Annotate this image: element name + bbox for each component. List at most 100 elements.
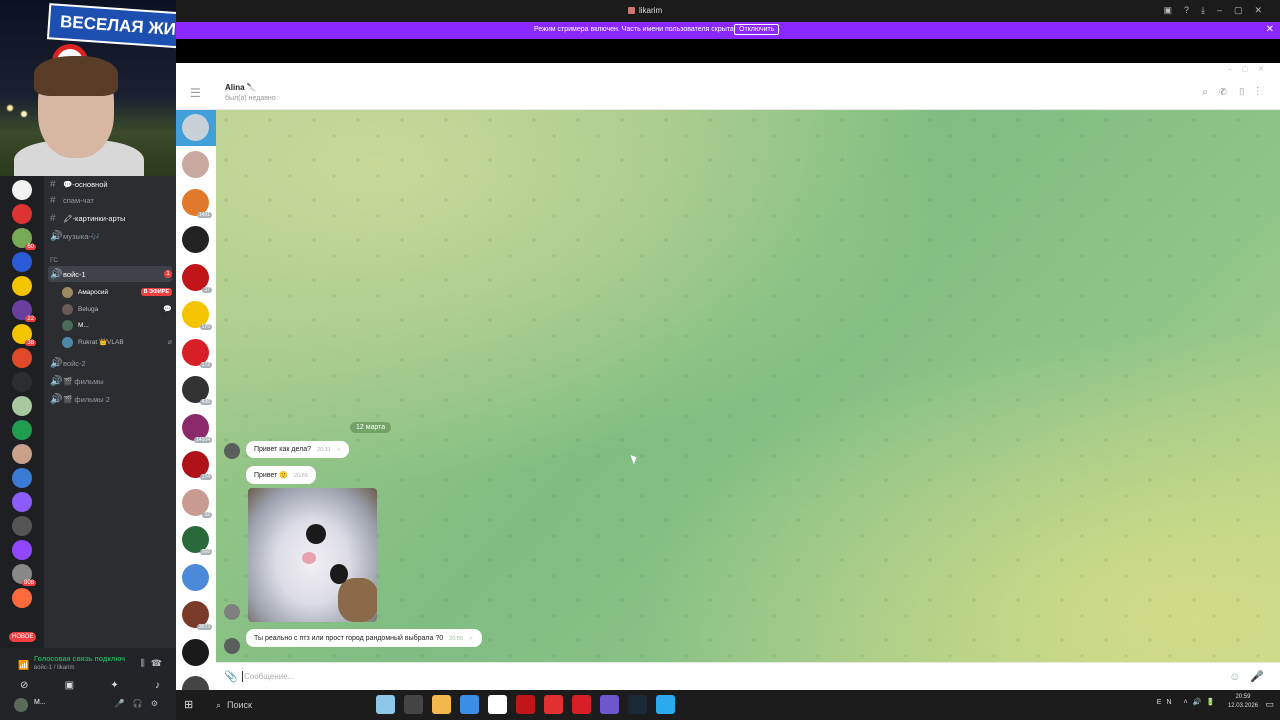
chat-item[interactable]: 172 bbox=[182, 338, 212, 368]
menu-icon[interactable]: ☰ bbox=[190, 86, 201, 100]
server-icon[interactable] bbox=[12, 396, 32, 416]
message-bubble[interactable]: Ты реально с птз или прост город рандомн… bbox=[246, 629, 482, 647]
server-icon[interactable]: 38 bbox=[12, 324, 36, 346]
mute-icon: ⌀ bbox=[167, 339, 172, 346]
server-icon[interactable] bbox=[12, 204, 32, 224]
chat-item[interactable]: 37 bbox=[182, 263, 212, 293]
server-icon[interactable] bbox=[12, 180, 32, 200]
taskbar-apps bbox=[376, 695, 675, 714]
server-icon[interactable] bbox=[12, 588, 32, 608]
taskbar-app-icon[interactable] bbox=[432, 695, 451, 714]
unread-badge: 174 bbox=[199, 474, 212, 480]
message-bubble[interactable]: Привет 🙂 20:56 bbox=[246, 466, 316, 484]
language-indicator[interactable]: EN bbox=[1157, 699, 1177, 706]
notification-icon[interactable]: ▭ bbox=[1265, 699, 1274, 710]
chat-item[interactable] bbox=[182, 563, 209, 591]
chat-item[interactable]: 175 bbox=[182, 301, 212, 330]
clock[interactable]: 20:59 12.03.2026 bbox=[1228, 693, 1258, 711]
taskbar-app-icon[interactable] bbox=[488, 695, 507, 714]
server-icon[interactable]: 60 bbox=[12, 228, 36, 250]
chat-item[interactable]: 174 bbox=[182, 451, 212, 480]
sender-avatar[interactable] bbox=[224, 443, 240, 459]
window-controls[interactable]: –▢✕ bbox=[1228, 65, 1274, 73]
voice-user[interactable]: М... bbox=[62, 317, 172, 333]
server-icon[interactable]: 808 bbox=[12, 564, 36, 586]
new-badge[interactable]: НОВОЕ bbox=[9, 632, 37, 642]
voice-status-subtitle[interactable]: войс-1 / likarim bbox=[34, 665, 74, 671]
unread-badge: 175 bbox=[199, 324, 212, 330]
taskbar-app-icon[interactable] bbox=[376, 695, 395, 714]
voice-channel-films[interactable]: 🔊 🎬 фильмы bbox=[48, 373, 172, 389]
chat-item[interactable]: 266 bbox=[182, 526, 212, 555]
sender-avatar[interactable] bbox=[224, 638, 240, 654]
taskbar-app-icon[interactable] bbox=[404, 695, 423, 714]
voice-channel-1[interactable]: 🔊 войс-1 1 bbox=[48, 266, 172, 282]
message-bubble[interactable]: Привет как дела? 20:31 ✓ bbox=[246, 441, 350, 458]
chat-item[interactable] bbox=[182, 638, 209, 666]
server-icon[interactable] bbox=[12, 372, 32, 392]
message-input[interactable]: Сообщение... bbox=[244, 672, 294, 681]
close-icon[interactable]: ✕ bbox=[1266, 24, 1274, 35]
server-icon[interactable] bbox=[12, 516, 32, 536]
disconnect-icon[interactable]: ⫼☎ bbox=[141, 658, 168, 669]
voice-channel-2[interactable]: 🔊 войс-2 bbox=[48, 355, 172, 371]
taskbar-app-icon[interactable] bbox=[460, 695, 479, 714]
taskbar-app-icon[interactable] bbox=[572, 695, 591, 714]
avatar bbox=[62, 319, 73, 331]
chat-item-selected[interactable] bbox=[176, 110, 216, 146]
channel-label: музыка-🎶 bbox=[63, 231, 101, 241]
read-check-icon: ✓ bbox=[468, 636, 474, 642]
chat-item[interactable]: 1491 bbox=[182, 188, 212, 218]
chat-item[interactable]: 32 bbox=[182, 488, 212, 518]
hash-icon: # bbox=[50, 212, 56, 224]
channel-music[interactable]: 🔊 музыка-🎶 bbox=[48, 228, 172, 244]
chat-item[interactable]: 3073 bbox=[182, 601, 212, 630]
streamer-mode-text: Режим стримера включен. Часть имени поль… bbox=[534, 26, 736, 33]
channel-label: спам-чат bbox=[63, 195, 94, 205]
server-icon[interactable] bbox=[12, 276, 32, 296]
mic-headset-settings-icons[interactable]: 🎤🎧⚙ bbox=[115, 699, 166, 708]
voice-user[interactable]: Амаросий В ЭФИРЕ bbox=[62, 284, 172, 300]
server-icon[interactable] bbox=[12, 252, 32, 272]
message-text: Ты реально с птз или прост город рандомн… bbox=[254, 635, 444, 642]
taskbar-app-icon[interactable] bbox=[628, 695, 647, 714]
voice-user[interactable]: Rukrat 👑VLAB ⌀ bbox=[62, 334, 172, 350]
taskbar-search[interactable]: ⌕ Поиск bbox=[210, 694, 380, 716]
server-badge: 808 bbox=[21, 580, 36, 586]
chat-header: ☰ Alina 🔪 был(а) недавно ⌕✆▯⋮ bbox=[176, 77, 1280, 110]
chat-item[interactable]: 436 bbox=[182, 376, 212, 405]
avatar bbox=[62, 286, 73, 298]
avatar[interactable] bbox=[14, 698, 28, 712]
chat-title[interactable]: Alina 🔪 bbox=[225, 83, 257, 92]
windows-start-icon[interactable]: ⊞ bbox=[184, 698, 193, 711]
header-actions[interactable]: ⌕✆▯⋮ bbox=[1202, 87, 1270, 98]
server-icon[interactable] bbox=[12, 420, 32, 440]
server-icon[interactable] bbox=[12, 444, 32, 464]
attach-icon[interactable]: 📎 bbox=[224, 670, 238, 683]
voice-channel-films-2[interactable]: 🔊 🎬 фильмы 2 bbox=[48, 391, 172, 407]
channel-main[interactable]: # 💬-основной bbox=[48, 176, 172, 192]
server-icon[interactable] bbox=[12, 540, 32, 560]
taskbar-app-icon[interactable] bbox=[600, 695, 619, 714]
chat-item[interactable] bbox=[182, 151, 209, 178]
disable-streamer-mode-button[interactable]: Отключить bbox=[734, 24, 780, 35]
window-controls[interactable]: ▣?⤓–▢✕ bbox=[1163, 5, 1274, 16]
server-icon[interactable] bbox=[12, 492, 32, 512]
chat-item[interactable]: 14104 bbox=[182, 413, 212, 443]
server-icon[interactable] bbox=[12, 468, 32, 488]
server-icon[interactable]: 22 bbox=[12, 300, 36, 322]
taskbar-app-icon[interactable] bbox=[544, 695, 563, 714]
channel-spam[interactable]: # спам-чат bbox=[48, 192, 172, 208]
taskbar-app-icon[interactable] bbox=[516, 695, 535, 714]
sender-avatar[interactable] bbox=[224, 604, 240, 620]
taskbar-app-icon[interactable] bbox=[656, 695, 675, 714]
channel-art[interactable]: # 🖍-картинки-арты bbox=[48, 210, 172, 226]
chat-item[interactable] bbox=[182, 226, 209, 253]
avatar bbox=[62, 336, 73, 348]
cat-photo[interactable] bbox=[248, 488, 377, 622]
voice-user[interactable]: Beluga 💬 bbox=[62, 301, 172, 317]
emoji-mic-icons[interactable]: ☺🎤 bbox=[1229, 670, 1274, 683]
server-icon[interactable] bbox=[12, 348, 32, 368]
speaker-icon: 🔊 bbox=[50, 393, 63, 405]
system-tray[interactable]: EN ˄🔊🔋 bbox=[1157, 698, 1220, 706]
